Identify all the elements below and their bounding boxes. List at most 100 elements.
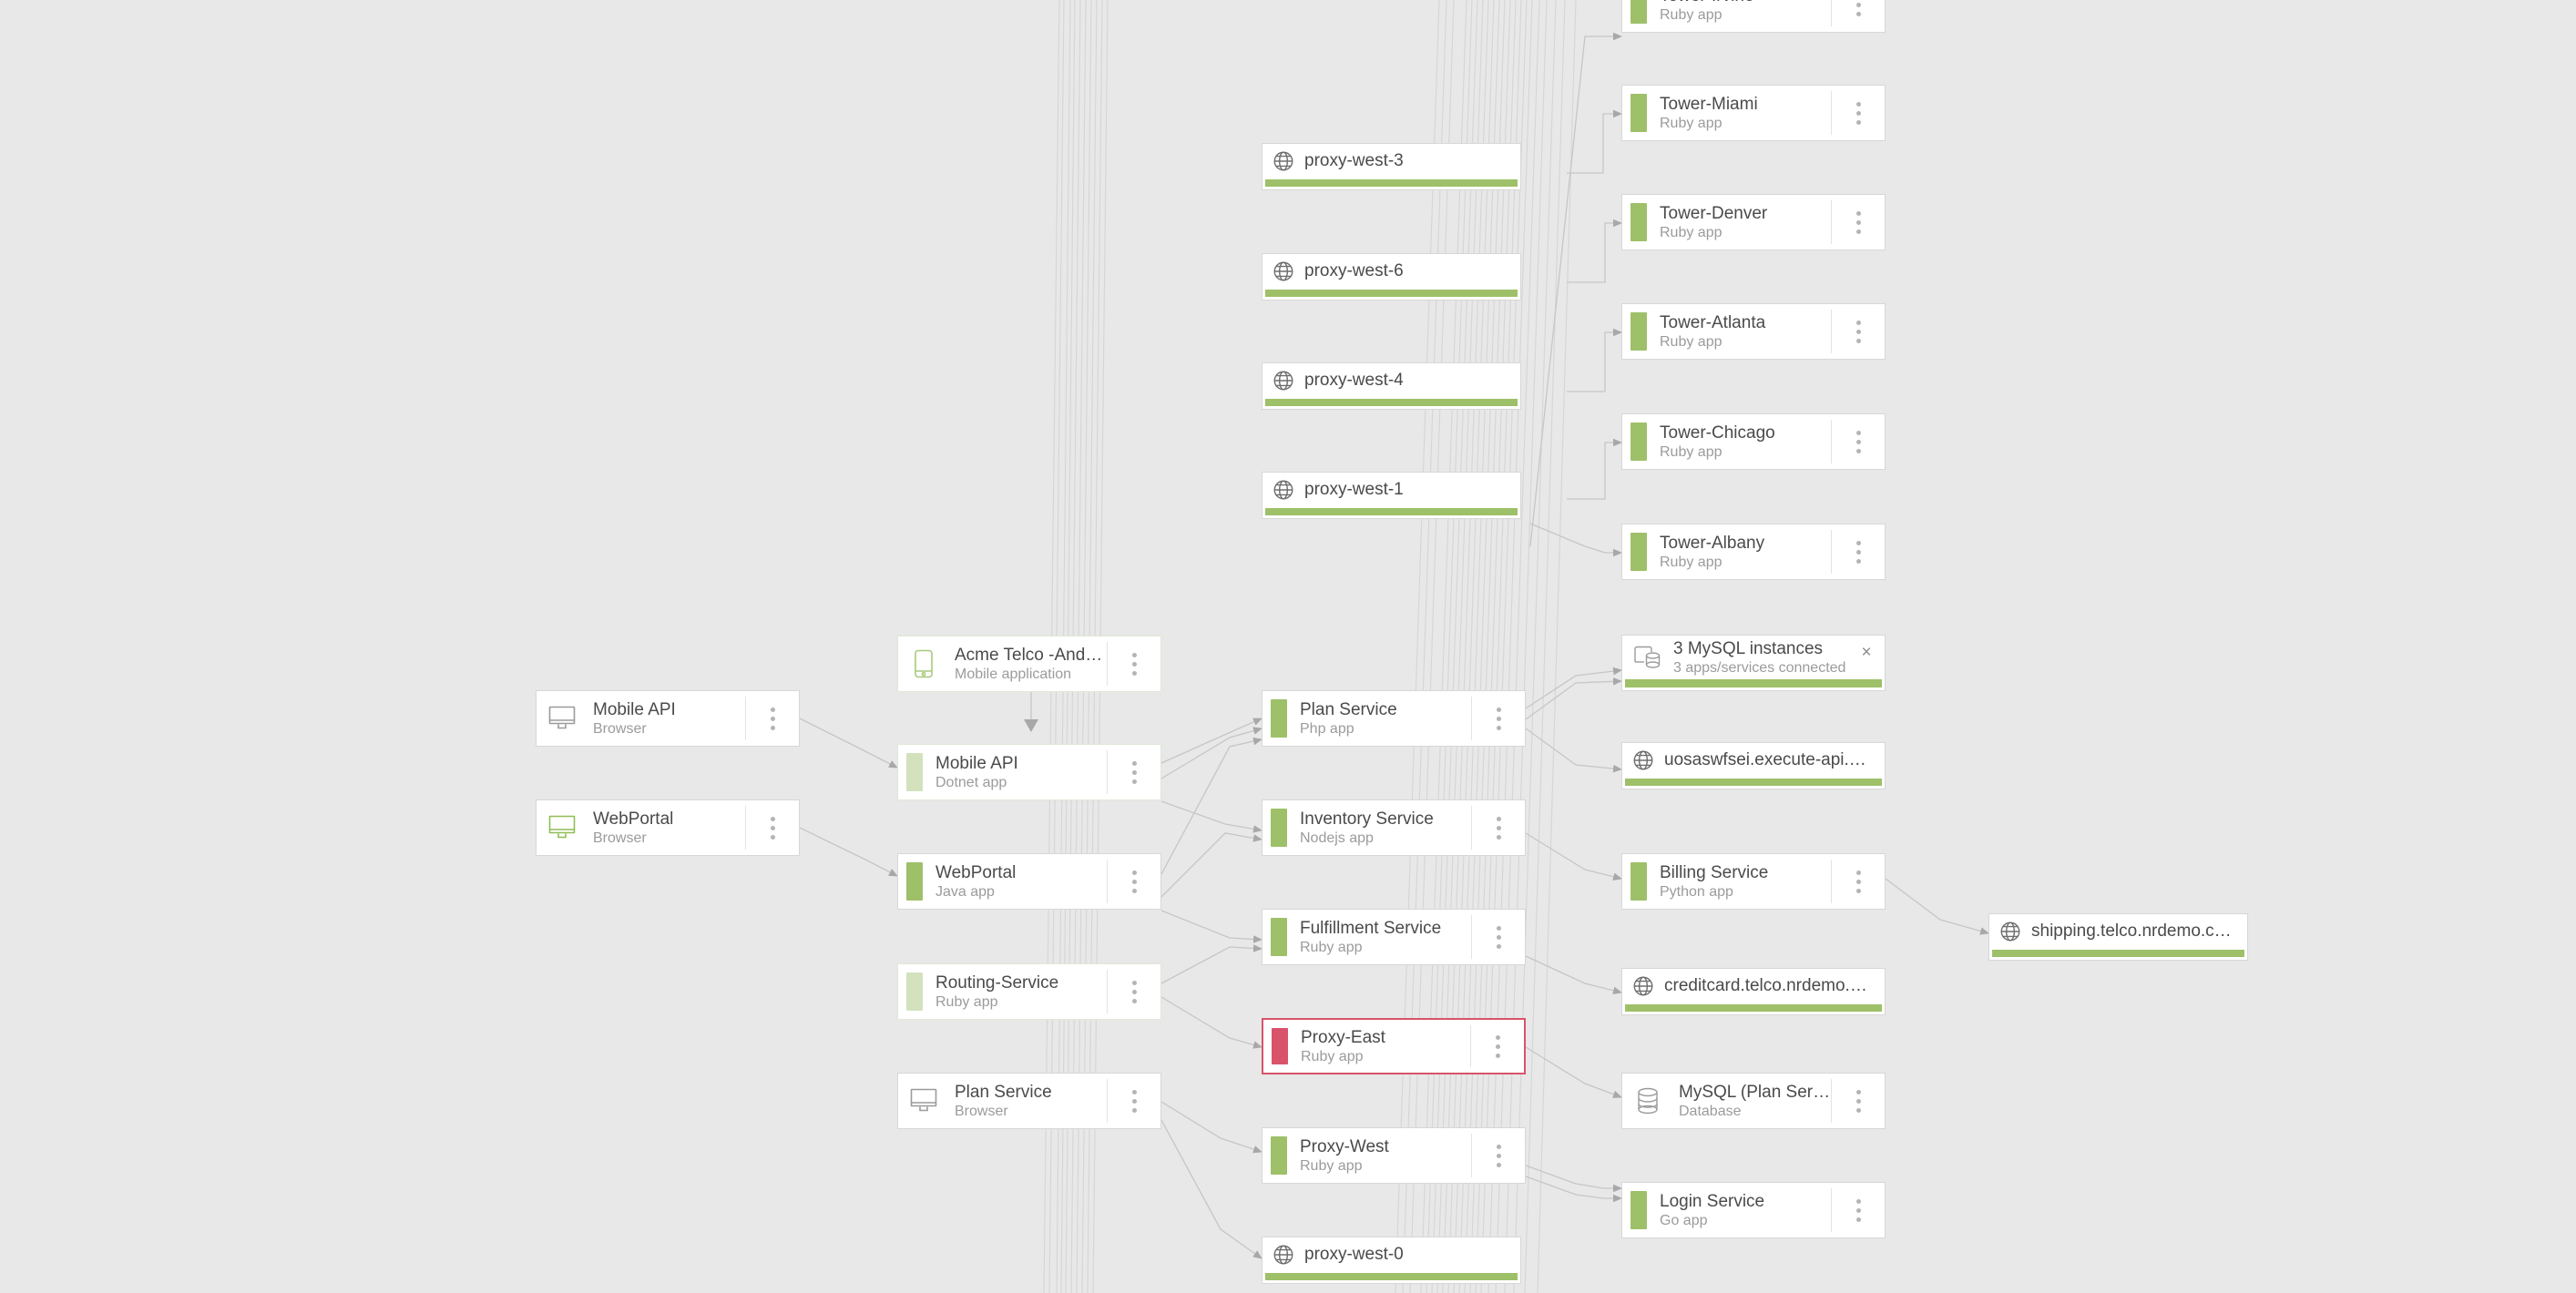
service-node-plan-service-browser[interactable]: Plan Service Browser xyxy=(897,1073,1161,1129)
node-menu-button[interactable] xyxy=(1471,1134,1525,1177)
service-node-mysql-instances[interactable]: 3 MySQL instances 3 apps/services connec… xyxy=(1621,635,1886,691)
node-menu-button[interactable] xyxy=(1831,91,1885,135)
node-menu-button[interactable] xyxy=(1831,530,1885,574)
service-node-routing-service[interactable]: Routing-Service Ruby app xyxy=(897,963,1161,1020)
service-node-mysql-plan-service[interactable]: MySQL (Plan Service) Database xyxy=(1621,1073,1886,1129)
node-menu-button[interactable] xyxy=(1107,750,1160,794)
service-node-proxy-west[interactable]: Proxy-West Ruby app xyxy=(1262,1127,1526,1184)
service-node-proxy-west-1[interactable]: proxy-west-1 xyxy=(1262,472,1521,519)
node-menu-button[interactable] xyxy=(1471,697,1525,740)
globe-icon xyxy=(1262,369,1304,392)
service-node-tower-miami[interactable]: Tower-Miami Ruby app xyxy=(1621,85,1886,141)
node-title: proxy-west-4 xyxy=(1304,371,1404,391)
service-node-billing-service[interactable]: Billing Service Python app xyxy=(1621,853,1886,910)
node-row: 3 MySQL instances 3 apps/services connec… xyxy=(1622,636,1885,679)
kebab-menu-icon xyxy=(1495,1034,1500,1058)
node-menu-button[interactable] xyxy=(1831,420,1885,463)
kebab-menu-icon xyxy=(1131,760,1137,784)
node-menu-button[interactable] xyxy=(745,697,799,740)
service-node-tower-atlanta[interactable]: Tower-Atlanta Ruby app xyxy=(1621,303,1886,360)
node-menu-button[interactable] xyxy=(1107,860,1160,903)
node-text: Tower-Miami Ruby app xyxy=(1647,86,1831,140)
node-title: proxy-west-6 xyxy=(1304,261,1404,281)
service-node-acme-telco-android[interactable]: Acme Telco -Android Mobile application xyxy=(897,636,1161,692)
node-subtitle: Ruby app xyxy=(935,993,998,1010)
service-node-proxy-west-6[interactable]: proxy-west-6 xyxy=(1262,253,1521,300)
status-bar xyxy=(1625,1003,1882,1012)
service-node-inventory-service[interactable]: Inventory Service Nodejs app xyxy=(1262,799,1526,856)
node-title: Plan Service xyxy=(955,1082,1052,1102)
service-node-mobile-api[interactable]: Mobile API Dotnet app xyxy=(897,744,1161,800)
node-subtitle: Ruby app xyxy=(1660,554,1722,570)
node-subtitle: 3 apps/services connected xyxy=(1673,659,1846,676)
node-menu-button[interactable] xyxy=(1471,915,1525,959)
node-text: Mobile API Dotnet app xyxy=(923,745,1107,799)
node-subtitle: Ruby app xyxy=(1660,115,1722,131)
node-subtitle: Ruby app xyxy=(1660,6,1722,23)
node-row: proxy-west-3 xyxy=(1262,144,1520,179)
node-menu-button[interactable] xyxy=(745,806,799,850)
status-bar xyxy=(1265,507,1518,515)
node-row: proxy-west-1 xyxy=(1262,473,1520,508)
globe-icon xyxy=(1262,260,1304,283)
kebab-menu-icon xyxy=(1855,101,1861,125)
service-node-plan-service[interactable]: Plan Service Php app xyxy=(1262,690,1526,747)
node-text: Routing-Service Ruby app xyxy=(923,964,1107,1019)
service-node-webportal[interactable]: WebPortal Java app xyxy=(897,853,1161,910)
node-menu-button[interactable] xyxy=(1831,0,1885,26)
service-node-creditcard-host[interactable]: creditcard.telco.nrdemo.com xyxy=(1621,968,1886,1015)
kebab-menu-icon xyxy=(1131,1089,1137,1113)
node-title: Inventory Service xyxy=(1300,809,1434,829)
service-node-proxy-west-0[interactable]: proxy-west-0 xyxy=(1262,1237,1521,1284)
node-menu-button[interactable] xyxy=(1107,1079,1160,1123)
service-node-webportal-browser[interactable]: WebPortal Browser xyxy=(536,799,800,856)
node-subtitle: Ruby app xyxy=(1660,333,1722,350)
node-title: Tower-Chicago xyxy=(1660,423,1775,443)
kebab-menu-icon xyxy=(1496,925,1501,949)
status-bar xyxy=(1630,312,1647,351)
service-node-shipping-host[interactable]: shipping.telco.nrdemo.com xyxy=(1988,913,2248,961)
globe-icon xyxy=(1262,478,1304,502)
service-node-proxy-west-3[interactable]: proxy-west-3 xyxy=(1262,143,1521,190)
node-menu-button[interactable] xyxy=(1107,970,1160,1013)
database-stack-icon xyxy=(1622,644,1673,671)
service-node-proxy-west-4[interactable]: proxy-west-4 xyxy=(1262,362,1521,410)
close-icon[interactable]: × xyxy=(1857,643,1876,661)
node-menu-button[interactable] xyxy=(1107,642,1160,686)
node-menu-button[interactable] xyxy=(1831,200,1885,244)
kebab-menu-icon xyxy=(1855,430,1861,453)
node-title: Mobile API xyxy=(593,699,676,719)
service-node-tower-albany[interactable]: Tower-Albany Ruby app xyxy=(1621,524,1886,580)
node-text: Fulfillment Service Ruby app xyxy=(1287,910,1471,964)
node-menu-button[interactable] xyxy=(1831,310,1885,353)
node-title: proxy-west-1 xyxy=(1304,480,1404,500)
globe-icon xyxy=(1262,1243,1304,1267)
status-bar xyxy=(1271,1136,1287,1175)
node-menu-button[interactable] xyxy=(1470,1025,1524,1067)
node-text: Tower-Albany Ruby app xyxy=(1647,524,1831,579)
node-title: Billing Service xyxy=(1660,862,1769,882)
node-text: WebPortal Java app xyxy=(923,854,1107,909)
node-menu-button[interactable] xyxy=(1831,1188,1885,1232)
service-node-proxy-east[interactable]: Proxy-East Ruby app xyxy=(1262,1018,1526,1074)
service-node-login-service[interactable]: Login Service Go app xyxy=(1621,1182,1886,1238)
service-node-tower-chicago[interactable]: Tower-Chicago Ruby app xyxy=(1621,413,1886,470)
service-node-mobile-api-browser[interactable]: Mobile API Browser xyxy=(536,690,800,747)
kebab-menu-icon xyxy=(1855,320,1861,343)
service-node-tower-denver[interactable]: Tower-Denver Ruby app xyxy=(1621,194,1886,250)
status-bar xyxy=(906,753,923,791)
node-menu-button[interactable] xyxy=(1831,860,1885,903)
service-map-canvas[interactable]: Tower-Irvine Ruby app Tower-Miami Ruby a… xyxy=(0,0,2576,1293)
status-bar xyxy=(1992,949,2244,957)
node-menu-button[interactable] xyxy=(1831,1079,1885,1123)
node-subtitle: Browser xyxy=(593,830,647,846)
mobile-icon xyxy=(898,636,949,691)
service-node-uosaswfsei-host[interactable]: uosaswfsei.execute-api.us-west… xyxy=(1621,742,1886,789)
service-node-fulfillment-service[interactable]: Fulfillment Service Ruby app xyxy=(1262,909,1526,965)
node-menu-button[interactable] xyxy=(1471,806,1525,850)
node-text: Acme Telco -Android Mobile application xyxy=(949,636,1107,691)
service-node-tower-irvine[interactable]: Tower-Irvine Ruby app xyxy=(1621,0,1886,33)
status-bar xyxy=(1271,918,1287,956)
node-title: Acme Telco -Android xyxy=(955,645,1107,665)
kebab-menu-icon xyxy=(1855,0,1861,16)
